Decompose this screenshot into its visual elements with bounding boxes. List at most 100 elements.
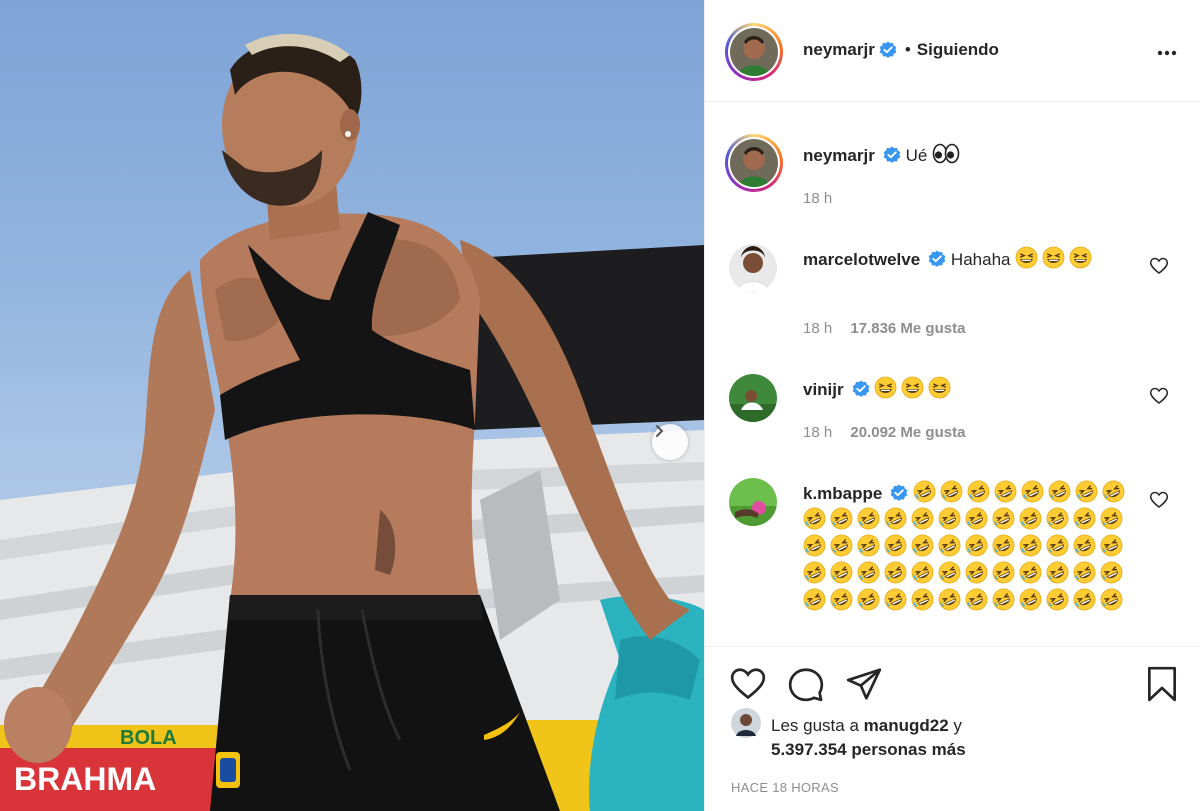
rolling-on-floor-laughing-emoji — [857, 588, 880, 611]
rolling-on-floor-laughing-emoji — [884, 561, 907, 584]
story-ring[interactable] — [725, 23, 783, 81]
rolling-on-floor-laughing-emoji — [884, 534, 907, 557]
rolling-on-floor-laughing-emoji — [913, 480, 936, 503]
rolling-on-floor-laughing-emoji — [803, 507, 826, 530]
comment-avatar[interactable] — [729, 478, 777, 526]
liker-avatar[interactable] — [731, 708, 761, 743]
caption-meta: 18 h — [803, 190, 846, 207]
verified-badge-icon — [928, 250, 946, 268]
caption-time[interactable]: 18 h — [803, 190, 832, 207]
likes-prefix: Les gusta a — [771, 716, 859, 735]
rolling-on-floor-laughing-emoji — [911, 588, 934, 611]
post-header: neymarjr • Siguiendo — [705, 0, 1200, 102]
comment-like-button[interactable] — [1149, 256, 1169, 281]
rolling-on-floor-laughing-emoji — [1100, 507, 1123, 530]
caption-avatar — [730, 139, 778, 187]
comment-username[interactable]: k.mbappe — [803, 484, 882, 503]
rolling-on-floor-laughing-emoji — [1100, 534, 1123, 557]
comment-time[interactable]: 18 h — [803, 424, 832, 441]
save-button[interactable] — [1143, 665, 1181, 708]
next-photo-button[interactable] — [652, 424, 688, 460]
rolling-on-floor-laughing-emoji — [1046, 507, 1069, 530]
separator-dot: • — [904, 40, 911, 59]
caption-body: neymarjr Ué — [803, 142, 1141, 169]
comment-avatar[interactable] — [729, 244, 777, 292]
rolling-on-floor-laughing-emoji — [1046, 561, 1069, 584]
likes-conjunction: y — [953, 716, 962, 735]
rolling-on-floor-laughing-emoji — [1046, 534, 1069, 557]
comment-avatar[interactable] — [729, 374, 777, 422]
rolling-on-floor-laughing-emoji — [857, 534, 880, 557]
rolling-on-floor-laughing-emoji — [965, 561, 988, 584]
verified-badge-icon — [879, 41, 897, 59]
comment-emoji-run — [1015, 246, 1096, 269]
rolling-on-floor-laughing-emoji — [857, 561, 880, 584]
comment-button[interactable] — [787, 665, 825, 708]
verified-badge-icon — [883, 146, 901, 164]
rolling-on-floor-laughing-emoji — [1075, 480, 1098, 503]
comment-item: k.mbappe — [705, 478, 1200, 638]
rolling-on-floor-laughing-emoji — [1100, 561, 1123, 584]
rolling-on-floor-laughing-emoji — [830, 561, 853, 584]
rolling-on-floor-laughing-emoji — [830, 534, 853, 557]
rolling-on-floor-laughing-emoji — [965, 507, 988, 530]
comment-like-button[interactable] — [1149, 386, 1169, 411]
rolling-on-floor-laughing-emoji — [1102, 480, 1125, 503]
grinning-squinting-face-emoji — [928, 376, 951, 399]
comment-body: vinijr — [803, 376, 1141, 403]
rolling-on-floor-laughing-emoji — [911, 507, 934, 530]
rolling-on-floor-laughing-emoji — [803, 561, 826, 584]
comment-text: Hahaha — [950, 250, 1011, 269]
more-options-button[interactable] — [1156, 42, 1178, 69]
rolling-on-floor-laughing-emoji — [1019, 534, 1042, 557]
comment-item: vinijr 18 h 20.092 Me gusta — [705, 374, 1200, 454]
rolling-on-floor-laughing-emoji — [1100, 588, 1123, 611]
rolling-on-floor-laughing-emoji — [938, 534, 961, 557]
rolling-on-floor-laughing-emoji — [1021, 480, 1044, 503]
verified-badge-icon — [852, 380, 870, 398]
rolling-on-floor-laughing-emoji — [965, 588, 988, 611]
rolling-on-floor-laughing-emoji — [938, 561, 961, 584]
rolling-on-floor-laughing-emoji — [1073, 588, 1096, 611]
post-side-panel: neymarjr • Siguiendo neymarjr Ué 18 h ma… — [704, 0, 1200, 811]
likes-count[interactable]: 5.397.354 personas más — [771, 740, 966, 759]
caption-story-ring[interactable] — [725, 134, 783, 192]
caption: neymarjr Ué 18 h — [705, 134, 1200, 224]
rolling-on-floor-laughing-emoji — [884, 588, 907, 611]
rolling-on-floor-laughing-emoji — [857, 507, 880, 530]
post-photo: BRAHMA BOLA — [0, 0, 704, 811]
rolling-on-floor-laughing-emoji — [1019, 561, 1042, 584]
like-button[interactable] — [729, 665, 767, 708]
share-button[interactable] — [845, 665, 883, 708]
grinning-squinting-face-emoji — [901, 376, 924, 399]
heart-outline-icon — [729, 668, 767, 707]
following-button[interactable]: Siguiendo — [917, 40, 999, 60]
author-username[interactable]: neymarjr — [803, 40, 875, 60]
more-options-icon — [1156, 50, 1178, 68]
rolling-on-floor-laughing-emoji — [967, 480, 990, 503]
comment-likes[interactable]: 20.092 Me gusta — [850, 424, 965, 441]
rolling-on-floor-laughing-emoji — [938, 507, 961, 530]
banner-text: BRAHMA — [14, 761, 156, 797]
post-timestamp[interactable]: HACE 18 HORAS — [731, 780, 839, 795]
comment-like-button[interactable] — [1149, 490, 1169, 515]
comment-username[interactable]: vinijr — [803, 380, 844, 399]
comment-likes[interactable]: 17.836 Me gusta — [850, 320, 965, 337]
comment-meta: 18 h 20.092 Me gusta — [803, 424, 979, 441]
comment-time[interactable]: 18 h — [803, 320, 832, 337]
rolling-on-floor-laughing-emoji — [803, 534, 826, 557]
header-user-line: neymarjr • Siguiendo — [803, 40, 999, 60]
comment-item: marcelotwelve Hahaha 18 h 17.836 Me gust… — [705, 244, 1200, 354]
rolling-on-floor-laughing-emoji — [1073, 561, 1096, 584]
comment-username[interactable]: marcelotwelve — [803, 250, 920, 269]
rolling-on-floor-laughing-emoji — [1019, 588, 1042, 611]
caption-username[interactable]: neymarjr — [803, 146, 875, 165]
verified-badge-icon — [890, 483, 908, 501]
rolling-on-floor-laughing-emoji — [1046, 588, 1069, 611]
liker-username[interactable]: manugd22 — [864, 716, 949, 735]
rolling-on-floor-laughing-emoji — [1019, 507, 1042, 530]
rolling-on-floor-laughing-emoji — [830, 588, 853, 611]
comment-bubble-icon — [787, 668, 825, 707]
comment-meta: 18 h 17.836 Me gusta — [803, 320, 979, 337]
rolling-on-floor-laughing-emoji — [940, 480, 963, 503]
